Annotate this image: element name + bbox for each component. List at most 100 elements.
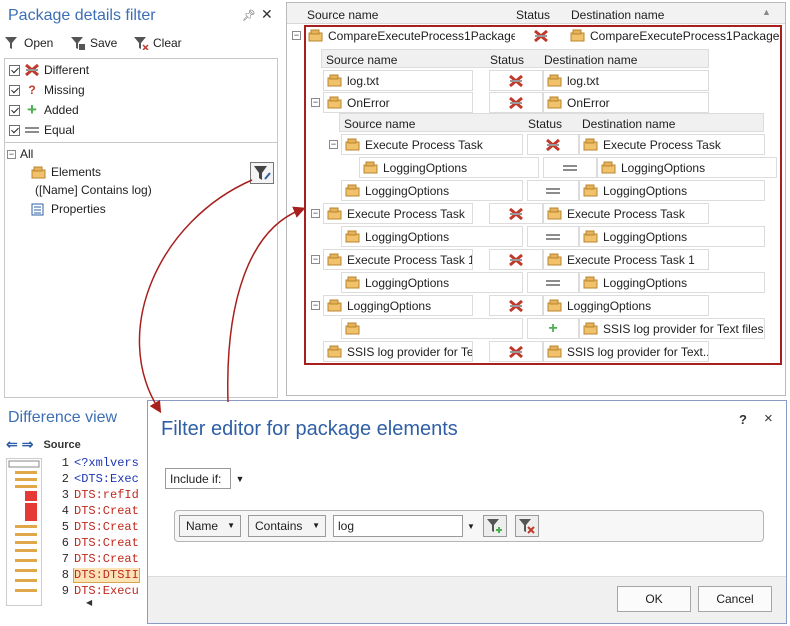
col-source-name[interactable]: Source name [307, 8, 378, 22]
status-missing-row[interactable]: ? Missing [9, 82, 85, 98]
status-cell [489, 341, 543, 362]
col-destination-name[interactable]: Destination name [571, 8, 664, 22]
code-line[interactable]: 3 DTS:refId [44, 488, 148, 504]
destination-cell: log.txt [543, 70, 709, 91]
status-different-row[interactable]: Different [9, 62, 89, 78]
diff-overview-margin[interactable] [6, 458, 42, 606]
source-cell: Execute Process Task [341, 134, 523, 155]
checkbox[interactable] [9, 104, 20, 116]
source-cell: LoggingOptions [341, 180, 523, 201]
source-cell: SSIS log provider for Text... [323, 341, 473, 362]
clear-button[interactable]: Clear [133, 36, 182, 50]
collapse-icon[interactable]: − [311, 255, 320, 264]
close-icon[interactable]: × [764, 410, 773, 427]
package-icon [570, 29, 586, 42]
table-row[interactable]: − Execute Process Task 1 Execute Process T… [287, 249, 777, 270]
ok-button[interactable]: OK [617, 586, 691, 612]
add-condition-button[interactable] [483, 515, 507, 537]
collapse-icon[interactable]: − [329, 140, 338, 149]
status-added-row[interactable]: + Added [9, 100, 79, 119]
package-icon [345, 184, 361, 197]
status-cell [489, 203, 543, 224]
scroll-up-icon[interactable]: ▲ [762, 7, 771, 17]
table-row[interactable]: LoggingOptions LoggingOptions [287, 157, 777, 178]
clear-label: Clear [153, 36, 182, 50]
table-row[interactable]: − LoggingOptions LoggingOptions [287, 295, 777, 316]
pin-icon[interactable]: 📌︎ [242, 9, 256, 22]
status-cell [527, 180, 579, 201]
package-icon [345, 276, 361, 289]
include-if-combo[interactable]: Include if: [165, 468, 231, 489]
table-row[interactable]: LoggingOptions LoggingOptions [287, 272, 777, 293]
help-icon[interactable]: ? [739, 412, 747, 427]
funnel-edit-icon [254, 166, 271, 180]
collapse-icon[interactable]: − [311, 209, 320, 218]
table-row[interactable]: − CompareExecuteProcess1Package CompareE… [289, 25, 779, 46]
table-row[interactable]: LoggingOptions LoggingOptions [287, 180, 777, 201]
checkbox[interactable] [9, 64, 20, 76]
col-status[interactable]: Status [516, 8, 550, 22]
line-text: DTS:Execu [74, 584, 139, 598]
filter-tree: − All Elements ([Name] Contains log) Pro… [4, 142, 278, 398]
chevron-down-icon[interactable]: ▼ [234, 468, 246, 489]
code-line[interactable]: 8 DTS:DTSII [44, 568, 148, 584]
sub-grid-header: Source name Status Destination name [321, 49, 709, 68]
collapse-icon[interactable]: − [311, 301, 320, 310]
status-cell [489, 70, 543, 91]
checkbox[interactable] [9, 84, 20, 96]
operator-dropdown[interactable]: Contains ▼ [248, 515, 326, 537]
code-line[interactable]: 1 <?xmlvers [44, 456, 148, 472]
package-icon [327, 345, 343, 358]
save-button[interactable]: Save [70, 36, 117, 50]
status-equal-row[interactable]: Equal [9, 122, 75, 138]
next-diff-icon[interactable]: ⇒ [22, 436, 34, 453]
collapse-icon[interactable]: − [311, 98, 320, 107]
destination-cell: SSIS log provider for Text... [543, 341, 709, 362]
cancel-button[interactable]: Cancel [698, 586, 772, 612]
chevron-down-icon[interactable]: ▼ [465, 515, 477, 537]
code-line[interactable]: 4 DTS:Creat [44, 504, 148, 520]
table-row[interactable]: − Execute Process Task Execute Process Tas… [287, 203, 777, 224]
package-icon [547, 299, 563, 312]
source-cell [341, 318, 523, 339]
field-dropdown[interactable]: Name ▼ [179, 515, 241, 537]
mismatch-icon [546, 138, 560, 151]
line-text: DTS:Creat [74, 504, 139, 518]
condition-row: Name ▼ Contains ▼ log ▼ [174, 510, 764, 542]
checkbox[interactable] [9, 124, 20, 136]
package-icon [327, 299, 343, 312]
table-row[interactable]: − OnError OnError [287, 92, 777, 113]
close-icon[interactable]: ✕ [261, 6, 273, 23]
code-line[interactable]: 2 <DTS:Exec [44, 472, 148, 488]
source-cell: OnError [323, 92, 473, 113]
code-line[interactable]: 6 DTS:Creat [44, 536, 148, 552]
status-label: Equal [44, 123, 75, 137]
previous-diff-icon[interactable]: ⇐ [6, 436, 18, 453]
question-icon: ? [28, 83, 36, 97]
funnel-add-icon [487, 519, 502, 533]
value-input[interactable]: log [333, 515, 463, 537]
open-button[interactable]: Open [4, 36, 53, 50]
table-row[interactable]: + SSIS log provider for Text files [287, 318, 777, 339]
tree-node-condition[interactable]: ([Name] Contains log) [35, 183, 152, 197]
scroll-left-icon[interactable]: ◀ [86, 598, 92, 607]
destination-cell: Execute Process Task [543, 203, 709, 224]
table-row[interactable]: SSIS log provider for Text... SSIS log pr… [287, 341, 777, 362]
tree-node-elements[interactable]: Elements [31, 165, 101, 179]
remove-condition-button[interactable] [515, 515, 539, 537]
properties-icon [31, 203, 47, 216]
table-row[interactable]: log.txt log.txt [287, 70, 777, 91]
package-icon [547, 74, 563, 87]
table-row[interactable]: − Execute Process Task Execute Process Tas… [287, 134, 777, 155]
table-row[interactable]: LoggingOptions LoggingOptions [287, 226, 777, 247]
tree-node-all[interactable]: − All [7, 147, 33, 161]
collapse-icon[interactable]: − [7, 149, 16, 159]
status-label: Missing [44, 83, 85, 97]
edit-filter-button[interactable] [250, 162, 274, 184]
code-line[interactable]: 7 DTS:Creat [44, 552, 148, 568]
line-number: 8 [61, 568, 69, 582]
collapse-icon[interactable]: − [292, 31, 301, 40]
tree-node-properties[interactable]: Properties [31, 202, 106, 216]
code-line[interactable]: 5 DTS:Creat [44, 520, 148, 536]
code-line[interactable]: 9 DTS:Execu [44, 584, 148, 600]
